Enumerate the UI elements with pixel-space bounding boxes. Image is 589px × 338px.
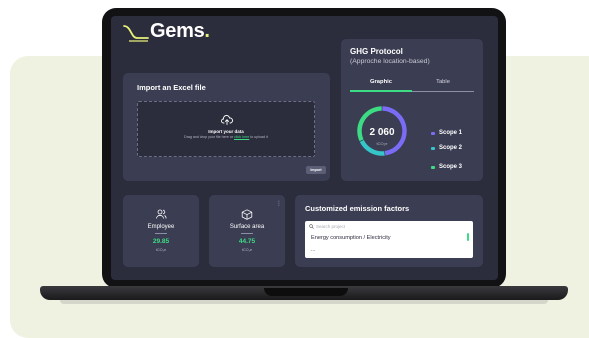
more-options-icon[interactable]: ⋮ [276, 201, 282, 207]
gems-logo[interactable]: Gems . [123, 20, 210, 42]
legend-scope-2: Scope 2 [431, 145, 462, 151]
cube-icon [241, 209, 253, 220]
dropzone-title: Import your data [208, 129, 244, 134]
divider [241, 233, 253, 234]
legend-label: Scope 1 [439, 130, 463, 136]
tab-active-indicator [350, 90, 412, 92]
ghg-card: GHG Protocol (Approche location-based) G… [341, 39, 483, 181]
surface-area-value: 44.75 [238, 238, 256, 245]
tab-graphic[interactable]: Graphic [350, 79, 412, 85]
logo-dot: . [204, 20, 210, 42]
emission-factors-card: Customized emission factors Energy consu… [295, 195, 483, 267]
users-icon [156, 209, 167, 219]
cloud-upload-icon [221, 115, 233, 125]
tab-underline [412, 90, 474, 92]
divider [155, 233, 167, 234]
legend-swatch [431, 146, 435, 150]
legend-swatch [431, 165, 435, 169]
dropzone-hint: Drag and drop your file here or click he… [184, 135, 268, 139]
legend-scope-1: Scope 1 [431, 130, 462, 136]
surface-area-card[interactable]: ⋮ Surface area 44.75 tCO₂e [209, 195, 285, 267]
legend-label: Scope 3 [439, 164, 463, 170]
import-title: Import an Excel file [137, 83, 206, 92]
logo-text: Gems [150, 20, 205, 42]
surface-area-unit: tCO₂e [241, 248, 253, 252]
click-here-link[interactable]: click here [234, 135, 249, 139]
app-screen: Gems . Import an Excel file Import your … [111, 16, 498, 280]
employee-label: Employee [147, 224, 175, 230]
project-search-dropdown[interactable]: Energy consumption / Electricity ... [305, 221, 473, 258]
scrollbar-thumb[interactable] [467, 233, 469, 241]
employee-unit: tCO₂e [155, 248, 167, 252]
logo-mark-icon [123, 20, 149, 42]
legend-scope-3: Scope 3 [431, 164, 462, 170]
import-button[interactable]: Import [306, 166, 326, 174]
factors-title: Customized emission factors [305, 204, 410, 213]
tab-table[interactable]: Table [412, 79, 474, 85]
legend-label: Scope 2 [439, 145, 463, 151]
legend-swatch [431, 131, 435, 135]
dropdown-option[interactable]: ... [311, 247, 315, 253]
laptop-notch [264, 288, 348, 296]
employee-card[interactable]: Employee 29.85 tCO₂e [123, 195, 199, 267]
file-dropzone[interactable]: Import your data Drag and drop your file… [137, 101, 315, 157]
ghg-subtitle: (Approche location-based) [350, 58, 430, 65]
employee-value: 29.85 [152, 238, 170, 245]
donut-unit: tCO₂e [376, 141, 388, 146]
surface-area-label: Surface area [229, 224, 265, 230]
import-card: Import an Excel file Import your data Dr… [123, 73, 330, 181]
search-icon [309, 224, 314, 229]
dropdown-option[interactable]: Energy consumption / Electricity [311, 235, 391, 241]
search-input[interactable] [316, 223, 456, 230]
donut-total: 2 060 [369, 127, 395, 138]
ghg-title: GHG Protocol [350, 47, 403, 56]
laptop-shadow [60, 300, 548, 304]
